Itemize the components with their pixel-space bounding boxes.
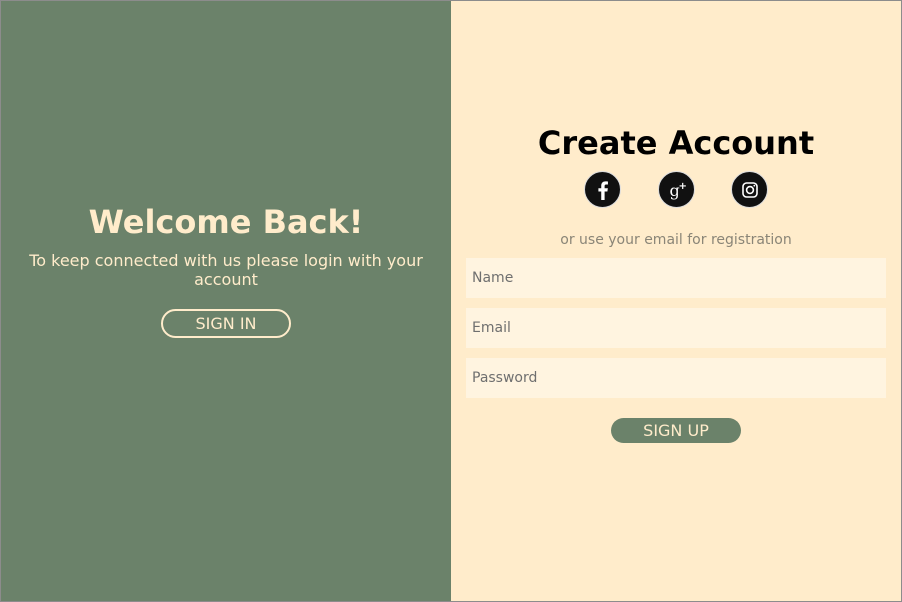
instagram-icon[interactable] (731, 171, 768, 208)
auth-container: Welcome Back! To keep connected with us … (0, 0, 902, 602)
sign-up-button[interactable]: SIGN UP (611, 418, 741, 443)
email-input[interactable] (466, 308, 886, 348)
name-input[interactable] (466, 258, 886, 298)
social-buttons: g + (451, 171, 901, 209)
welcome-message: To keep connected with us please login w… (29, 251, 423, 289)
welcome-title: Welcome Back! (88, 203, 364, 241)
password-input[interactable] (466, 358, 886, 398)
svg-text:+: + (678, 181, 686, 192)
create-account-title: Create Account (537, 124, 815, 162)
google-plus-icon[interactable]: g + (658, 171, 695, 208)
welcome-overlay-panel: Welcome Back! To keep connected with us … (1, 1, 451, 601)
facebook-icon[interactable] (584, 171, 621, 208)
registration-hint: or use your email for registration (560, 232, 792, 248)
create-account-form: Create Account g + or use your email for… (451, 1, 901, 601)
sign-in-button[interactable]: SIGN IN (161, 309, 291, 338)
